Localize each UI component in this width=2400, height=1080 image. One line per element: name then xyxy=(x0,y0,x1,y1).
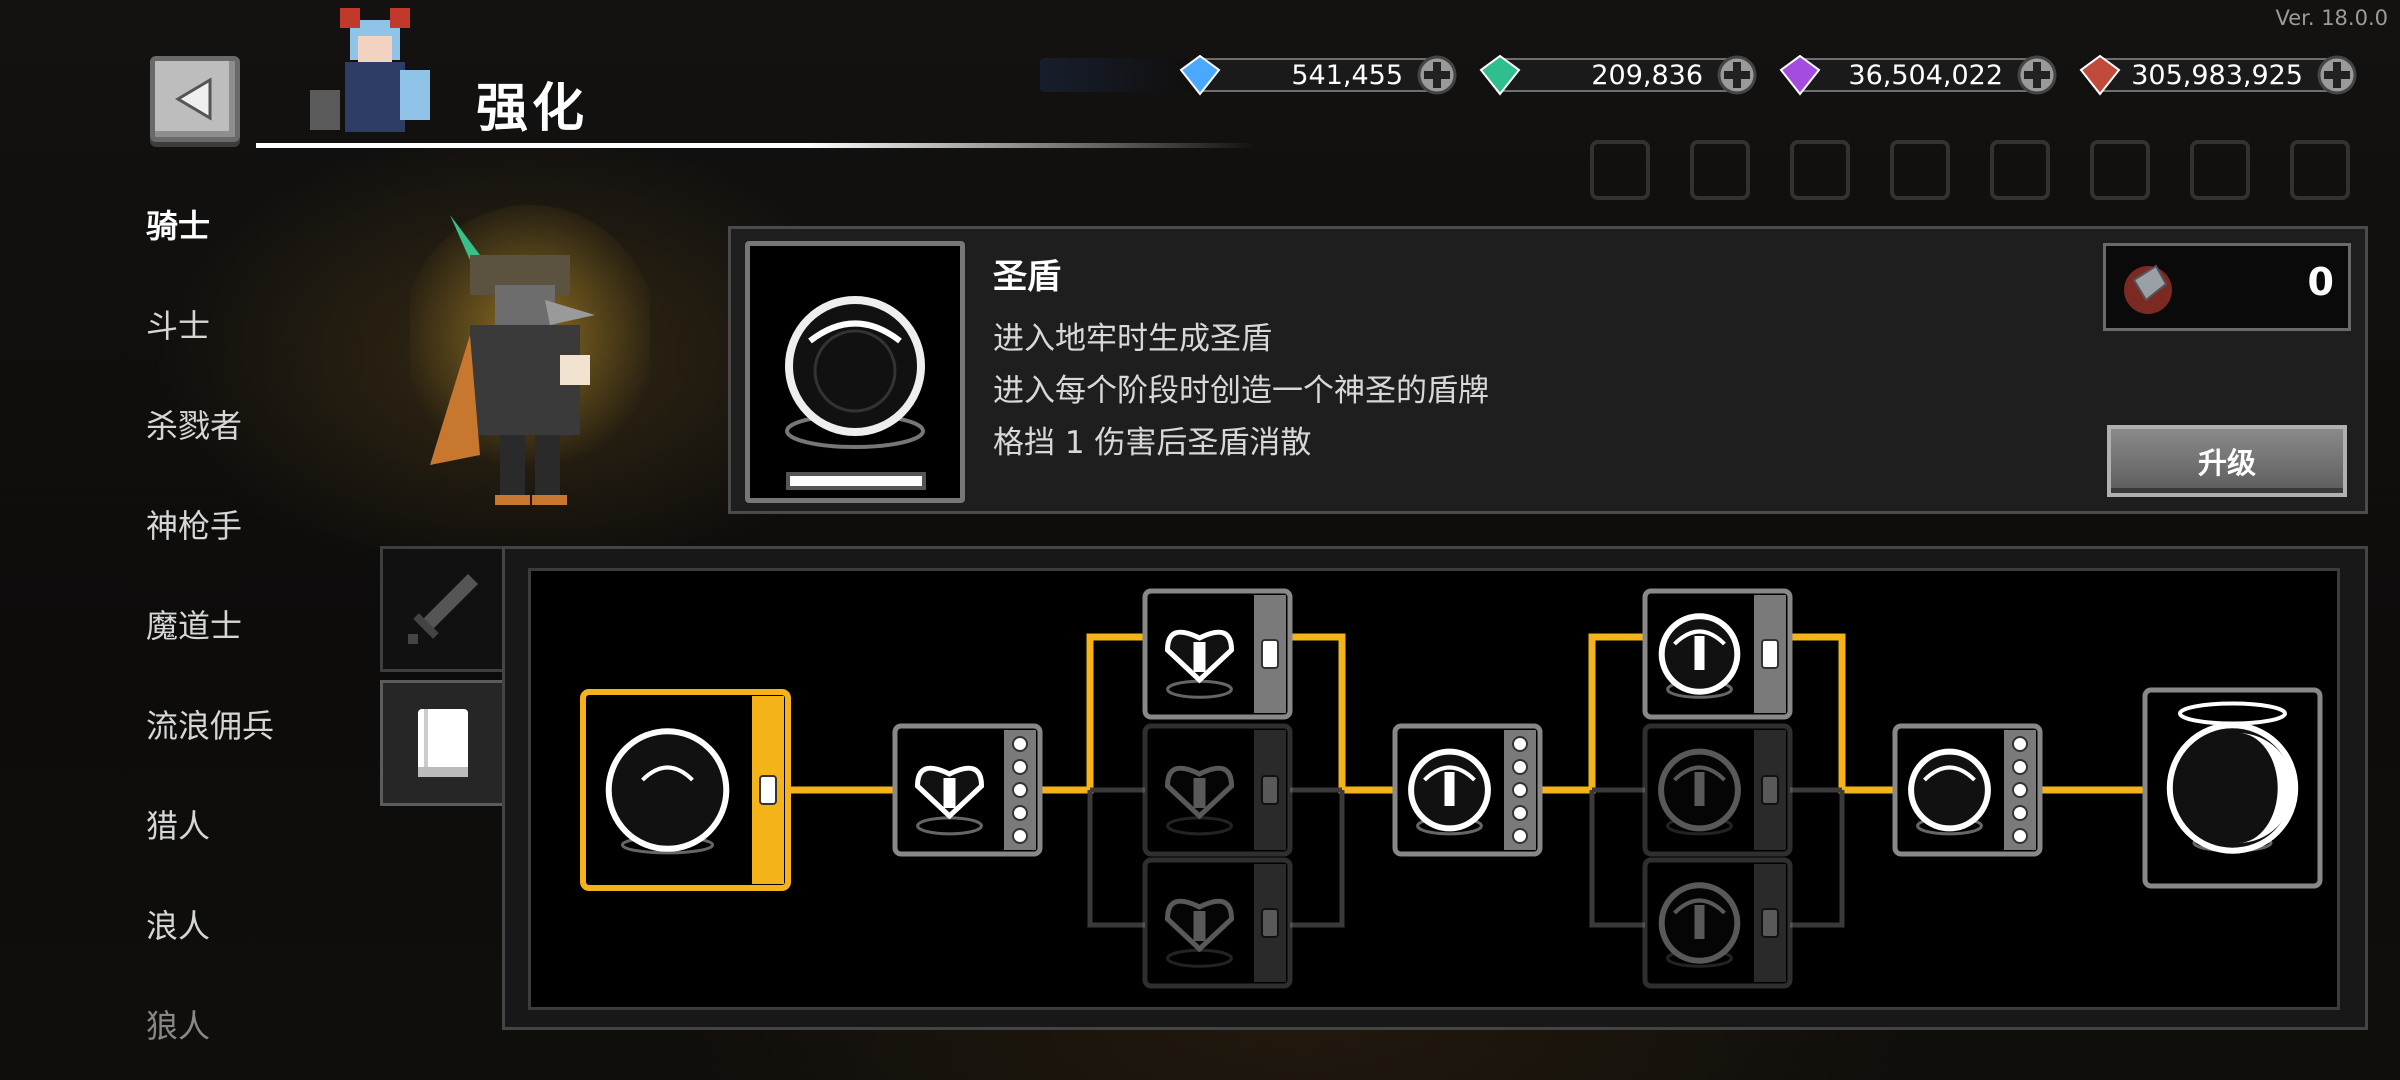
tree-node-final[interactable] xyxy=(2142,687,2323,889)
tree-node-locked[interactable] xyxy=(1142,857,1293,989)
tree-node[interactable] xyxy=(1392,723,1543,857)
tree-link xyxy=(1790,633,1895,794)
tree-node[interactable] xyxy=(1142,588,1293,720)
tree-node-locked[interactable] xyxy=(1142,723,1293,857)
tree-node[interactable] xyxy=(1642,588,1793,720)
holy-shield-icon xyxy=(605,728,730,855)
tree-link xyxy=(1540,633,1645,794)
sword-shield-icon xyxy=(1408,748,1491,836)
sword-shield-icon xyxy=(1658,882,1741,968)
tree-node-locked[interactable] xyxy=(1642,857,1793,989)
tree-link xyxy=(1290,633,1395,794)
tree-node[interactable] xyxy=(892,723,1043,857)
sword-shield-icon xyxy=(1658,613,1741,699)
holy-shield-icon xyxy=(1908,748,1991,836)
skill-tree-graph xyxy=(580,588,2323,989)
tree-node-locked[interactable] xyxy=(1642,723,1793,857)
tree-node[interactable] xyxy=(1892,723,2043,857)
tree-link xyxy=(1040,633,1145,794)
sword-shield-icon xyxy=(1658,748,1741,836)
tree-node-holy-shield[interactable] xyxy=(580,689,791,891)
